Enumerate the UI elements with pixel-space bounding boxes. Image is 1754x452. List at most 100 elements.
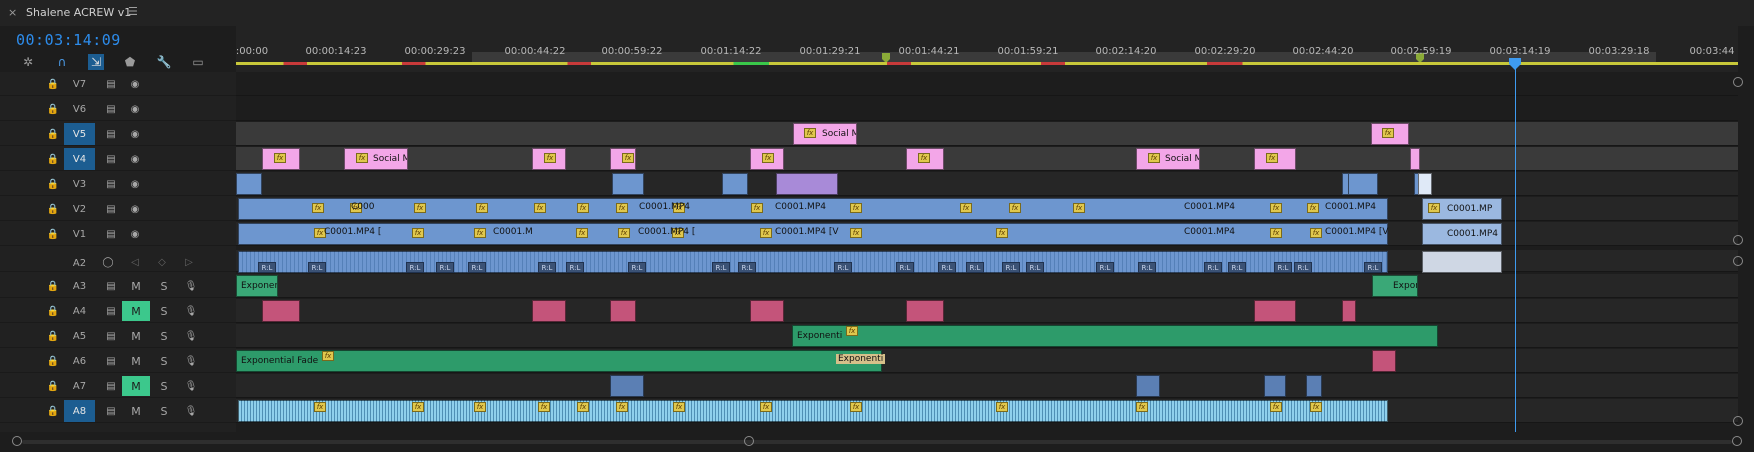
track-target[interactable]: A4 <box>64 300 95 322</box>
audio-clip[interactable] <box>1254 300 1296 322</box>
video-clip[interactable] <box>776 173 838 195</box>
horizontal-scrollbar[interactable] <box>0 432 1754 452</box>
scroll-left-handle[interactable] <box>12 436 22 446</box>
fx-badge[interactable]: fx <box>274 153 286 163</box>
sequence-title[interactable]: Shalene ACREW v1 <box>26 6 131 19</box>
fx-badge[interactable]: fx <box>1270 402 1282 412</box>
eye-icon[interactable]: ◉ <box>128 102 142 116</box>
fx-badge[interactable]: fx <box>996 228 1008 238</box>
solo-button[interactable]: S <box>157 276 171 296</box>
toggle-sync-icon[interactable]: ▤ <box>104 304 118 318</box>
fx-badge[interactable]: fx <box>534 203 546 213</box>
audio-clip[interactable] <box>1136 375 1160 397</box>
mute-button[interactable]: M <box>122 351 150 371</box>
title-clip[interactable]: Social M <box>344 148 408 170</box>
panel-menu-icon[interactable]: ☰ <box>128 5 138 18</box>
microphone-icon[interactable]: 🎙 <box>184 379 198 393</box>
fx-badge[interactable]: fx <box>1382 128 1394 138</box>
solo-button[interactable]: S <box>157 376 171 396</box>
fx-badge[interactable]: fx <box>846 326 858 336</box>
track-target[interactable]: A7 <box>64 375 95 397</box>
fx-badge[interactable]: fx <box>762 153 774 163</box>
fx-badge[interactable]: fx <box>476 203 488 213</box>
playhead-timecode[interactable]: 00:03:14:09 <box>16 31 121 49</box>
lock-icon[interactable]: 🔒 <box>46 329 60 343</box>
toggle-sync-icon[interactable]: ▤ <box>104 354 118 368</box>
playhead-line[interactable] <box>1515 58 1516 432</box>
video-clip[interactable] <box>722 173 748 195</box>
microphone-icon[interactable]: 🎙 <box>184 304 198 318</box>
fx-badge[interactable]: fx <box>622 153 634 163</box>
fx-badge[interactable]: fx <box>538 402 550 412</box>
toggle-sync-icon[interactable]: ▤ <box>104 102 118 116</box>
volume-knob-icon[interactable]: ◯ <box>101 255 115 269</box>
video-zoom-handle[interactable] <box>1733 235 1743 245</box>
fx-badge[interactable]: fx <box>312 203 324 213</box>
audio-zoom-handle[interactable] <box>1733 416 1743 426</box>
fx-badge[interactable]: fx <box>1270 203 1282 213</box>
track-target[interactable]: V7 <box>64 73 95 95</box>
mute-button[interactable]: M <box>122 326 150 346</box>
next-keyframe-icon[interactable]: ▷ <box>182 255 196 269</box>
audio-clip[interactable]: Exponenti <box>792 325 1438 347</box>
fx-badge[interactable]: fx <box>474 402 486 412</box>
video-clip[interactable]: C0001.MP4 <box>1422 223 1502 245</box>
fx-badge[interactable]: fx <box>850 228 862 238</box>
track-target[interactable]: A8 <box>64 400 95 422</box>
insert-overwrite-icon[interactable]: ⇲ <box>88 54 104 70</box>
lock-icon[interactable]: 🔒 <box>46 279 60 293</box>
toggle-sync-icon[interactable]: ▤ <box>104 279 118 293</box>
track-target[interactable]: V5 <box>64 123 95 145</box>
title-clip[interactable] <box>1410 148 1420 170</box>
toggle-sync-icon[interactable]: ▤ <box>104 77 118 91</box>
lock-icon[interactable]: 🔒 <box>46 354 60 368</box>
video-clip[interactable] <box>1348 173 1378 195</box>
track-target[interactable]: V1 <box>64 223 95 245</box>
lock-icon[interactable]: 🔒 <box>46 177 60 191</box>
audio-clip[interactable] <box>906 300 944 322</box>
track-target[interactable]: A3 <box>64 275 95 297</box>
fx-badge[interactable]: fx <box>996 402 1008 412</box>
fx-badge[interactable]: fx <box>804 128 816 138</box>
track-target[interactable]: V2 <box>64 198 95 220</box>
lock-icon[interactable]: 🔒 <box>46 102 60 116</box>
fx-badge[interactable]: fx <box>1428 203 1440 213</box>
fx-badge[interactable]: fx <box>850 203 862 213</box>
fx-badge[interactable]: fx <box>616 203 628 213</box>
audio-clip[interactable] <box>1306 375 1322 397</box>
fx-badge[interactable]: fx <box>760 402 772 412</box>
fx-badge[interactable]: fx <box>850 402 862 412</box>
fx-badge[interactable]: fx <box>1310 402 1322 412</box>
mute-button[interactable]: M <box>122 376 150 396</box>
audio-clip[interactable] <box>1342 300 1356 322</box>
audio-clip[interactable] <box>610 375 644 397</box>
toggle-sync-icon[interactable]: ▤ <box>104 404 118 418</box>
audio-clip[interactable] <box>532 300 566 322</box>
fx-badge[interactable]: fx <box>577 402 589 412</box>
track-target[interactable]: A5 <box>64 325 95 347</box>
prev-keyframe-icon[interactable]: ◁ <box>128 255 142 269</box>
eye-icon[interactable]: ◉ <box>128 77 142 91</box>
fx-badge[interactable]: fx <box>760 228 772 238</box>
fx-badge[interactable]: fx <box>673 402 685 412</box>
audio-clip[interactable] <box>1264 375 1286 397</box>
toggle-sync-icon[interactable]: ▤ <box>104 379 118 393</box>
fx-badge[interactable]: fx <box>412 228 424 238</box>
solo-button[interactable]: S <box>157 301 171 321</box>
close-panel-icon[interactable]: × <box>8 6 17 19</box>
fx-badge[interactable]: fx <box>577 203 589 213</box>
fx-badge[interactable]: fx <box>1148 153 1160 163</box>
keyframe-icon[interactable]: ◇ <box>155 255 169 269</box>
fx-badge[interactable]: fx <box>474 228 486 238</box>
mute-button[interactable]: M <box>122 401 150 421</box>
video-clip[interactable] <box>1418 173 1432 195</box>
toggle-sync-icon[interactable]: ▤ <box>104 177 118 191</box>
audio-zoom-handle[interactable] <box>1733 256 1743 266</box>
captions-icon[interactable]: ▭ <box>190 54 206 70</box>
add-marker-icon[interactable]: ⬟ <box>122 54 138 70</box>
eye-icon[interactable]: ◉ <box>128 127 142 141</box>
fx-badge[interactable]: fx <box>1270 228 1282 238</box>
fx-badge[interactable]: fx <box>616 402 628 412</box>
scroll-right-handle[interactable] <box>1732 436 1742 446</box>
lock-icon[interactable]: 🔒 <box>46 304 60 318</box>
